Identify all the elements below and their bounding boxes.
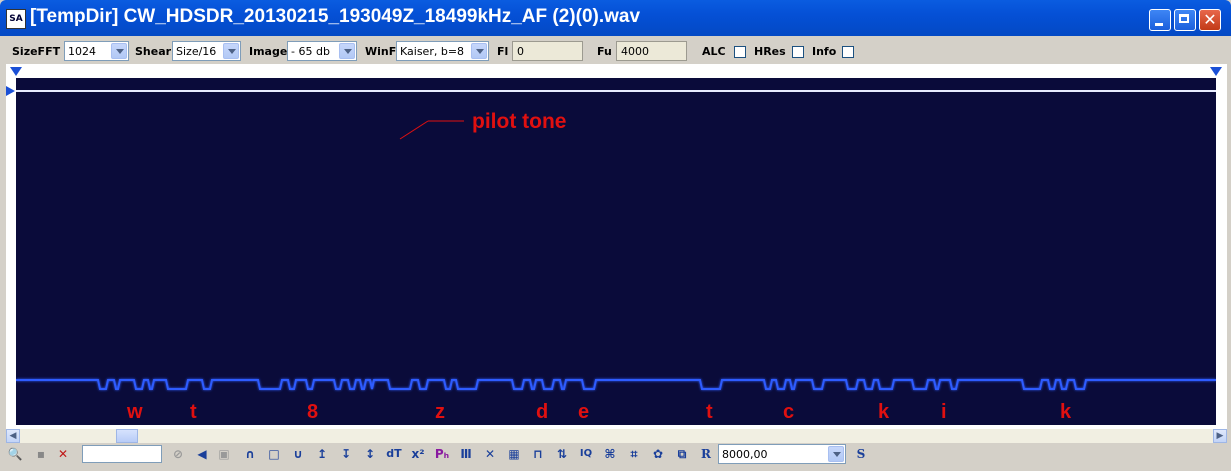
- sizefft-select[interactable]: 1024: [64, 41, 129, 61]
- shear-select[interactable]: Size/16: [172, 41, 241, 61]
- spectrogram[interactable]: pilot tone w t 8 z d e t c k i k: [16, 78, 1216, 425]
- image-select[interactable]: - 65 db: [287, 41, 357, 61]
- cw-signal-trace: [16, 379, 1216, 390]
- arrows-updown-icon[interactable]: ↕: [361, 445, 379, 463]
- dt-icon[interactable]: dT: [385, 445, 403, 463]
- cancel-icon[interactable]: ⊘: [169, 445, 187, 463]
- speaker-icon[interactable]: ◀: [193, 445, 211, 463]
- spectrum-analyzer-window: SA [TempDir] CW_HDSDR_20130215_193049Z_1…: [0, 0, 1231, 471]
- pulse-icon[interactable]: ⊓: [529, 445, 547, 463]
- level-marker-icon[interactable]: [6, 86, 15, 96]
- morse-letter: k: [878, 401, 890, 423]
- info-label: Info: [812, 45, 837, 58]
- stop-icon[interactable]: ▣: [215, 445, 233, 463]
- scroll-left-button[interactable]: ◀: [6, 429, 20, 443]
- image-label: Image: [249, 45, 288, 58]
- save-icon[interactable]: ▪: [32, 445, 50, 463]
- fl-label: Fl: [497, 45, 509, 58]
- x-power-icon[interactable]: x²: [409, 445, 427, 463]
- morse-letter: c: [783, 401, 794, 423]
- morse-letter: i: [941, 401, 947, 423]
- pilot-tone-label: pilot tone: [472, 110, 566, 133]
- rect-icon[interactable]: □: [265, 445, 283, 463]
- bars-icon[interactable]: ⇅: [553, 445, 571, 463]
- winf-select[interactable]: Kaiser, b=8: [396, 41, 489, 61]
- close-button[interactable]: ✕: [1199, 9, 1221, 31]
- minimize-button[interactable]: [1149, 9, 1171, 31]
- arch-icon[interactable]: ∩: [241, 445, 259, 463]
- winf-label: WinF: [365, 45, 397, 58]
- morse-letter: t: [190, 401, 197, 423]
- grid-icon[interactable]: ▦: [505, 445, 523, 463]
- fl-value: 0: [517, 45, 524, 58]
- morse-letter: t: [706, 401, 713, 423]
- right-marker-icon[interactable]: [1210, 67, 1222, 76]
- horizontal-scrollbar[interactable]: ◀ ▶: [6, 429, 1227, 443]
- arrows-down-icon[interactable]: ↧: [337, 445, 355, 463]
- pilot-pointer-line: [399, 120, 429, 140]
- frequency-select[interactable]: 8000,00: [718, 444, 846, 464]
- copy-icon[interactable]: ⧉: [673, 445, 691, 463]
- fu-label: Fu: [597, 45, 612, 58]
- left-marker-icon[interactable]: [10, 67, 22, 76]
- cw-signal-line: [16, 379, 1216, 390]
- morse-letter: w: [126, 401, 143, 423]
- info-checkbox[interactable]: [842, 46, 854, 58]
- delete-icon[interactable]: ✕: [54, 445, 72, 463]
- spectrogram-canvas: pilot tone w t 8 z d e t c k i k: [16, 90, 1216, 423]
- fu-field[interactable]: 4000: [616, 41, 687, 61]
- r-icon[interactable]: R: [697, 445, 715, 463]
- pilot-tone-annotation: pilot tone: [399, 110, 566, 140]
- window-title: [TempDir] CW_HDSDR_20130215_193049Z_1849…: [30, 6, 641, 27]
- alc-label: ALC: [702, 45, 726, 58]
- sizefft-label: SizeFFT: [12, 45, 61, 58]
- fu-value: 4000: [621, 45, 649, 58]
- chevron-down-icon[interactable]: [471, 43, 487, 59]
- maximize-button[interactable]: [1174, 9, 1196, 31]
- shear-value: Size/16: [176, 45, 217, 58]
- morse-letter: e: [578, 401, 589, 423]
- app-icon[interactable]: SA: [6, 9, 26, 29]
- arrows-up-icon[interactable]: ↥: [313, 445, 331, 463]
- comb-icon[interactable]: Ⅲ: [457, 445, 475, 463]
- title-bar[interactable]: SA [TempDir] CW_HDSDR_20130215_193049Z_1…: [0, 0, 1231, 36]
- close-icon: ✕: [1203, 10, 1217, 29]
- crossing-icon[interactable]: ✕: [481, 445, 499, 463]
- bottom-toolbar: 🔍 ▪ ✕ ⊘ ◀ ▣ ∩ □ ∪ ↥ ↧ ↕ dT x² Pₕ Ⅲ ✕ ▦ ⊓…: [4, 443, 1227, 467]
- iq-icon[interactable]: IQ: [577, 445, 595, 463]
- chevron-down-icon[interactable]: [828, 446, 844, 462]
- scroll-thumb[interactable]: [116, 429, 138, 443]
- morse-letter-labels: w t 8 z d e t c k i k: [126, 401, 1072, 423]
- ph-icon[interactable]: Pₕ: [433, 445, 451, 463]
- hres-checkbox[interactable]: [792, 46, 804, 58]
- fl-field[interactable]: 0: [512, 41, 583, 61]
- filter-b-icon[interactable]: ⌗: [625, 445, 643, 463]
- morse-letter: d: [536, 401, 548, 423]
- shear-label: Shear: [135, 45, 172, 58]
- chevron-down-icon[interactable]: [339, 43, 355, 59]
- settings-toolbar: SizeFFT 1024 Shear Size/16 Image - 65 db…: [4, 38, 1227, 64]
- frequency-value: 8000,00: [722, 448, 768, 461]
- hres-label: HRes: [754, 45, 786, 58]
- alc-checkbox[interactable]: [734, 46, 746, 58]
- filter-a-icon[interactable]: ⌘: [601, 445, 619, 463]
- gear-icon[interactable]: ✿: [649, 445, 667, 463]
- marker-input[interactable]: [82, 445, 162, 463]
- zoom-icon[interactable]: 🔍: [6, 445, 24, 463]
- morse-letter: k: [1060, 401, 1072, 423]
- winf-value: Kaiser, b=8: [400, 45, 465, 58]
- morse-letter: 8: [307, 401, 318, 423]
- s-icon[interactable]: S: [852, 445, 870, 463]
- chevron-down-icon[interactable]: [223, 43, 239, 59]
- sizefft-value: 1024: [68, 45, 96, 58]
- valley-icon[interactable]: ∪: [289, 445, 307, 463]
- image-value: - 65 db: [291, 45, 330, 58]
- scroll-right-button[interactable]: ▶: [1213, 429, 1227, 443]
- morse-letter: z: [435, 401, 445, 423]
- chevron-down-icon[interactable]: [111, 43, 127, 59]
- tone-lines: [16, 90, 1216, 360]
